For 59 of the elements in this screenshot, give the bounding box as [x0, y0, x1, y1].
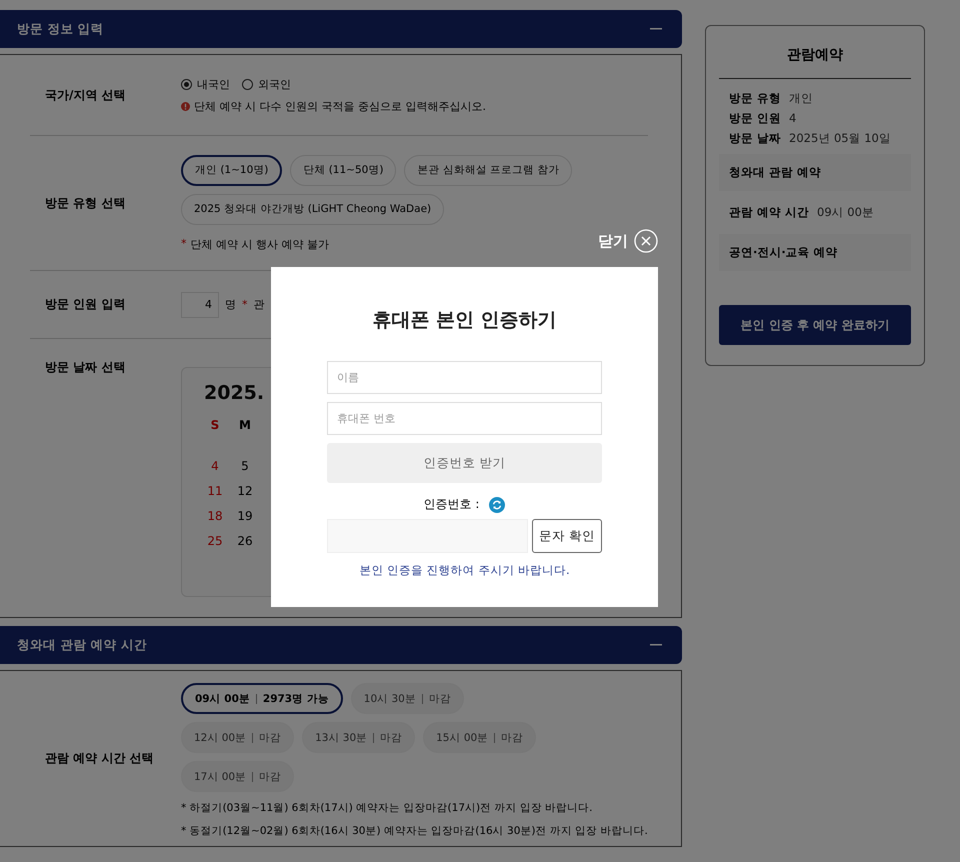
note-text: * 동절기(12월~02월) 6회차(16시 30분) 예약자는 입장마감(16시 30분)전 까지 입장 바랍니다. — [181, 824, 648, 838]
type-chip[interactable]: 2025 청와대 야간개방 (LiGHT Cheong WaDae) — [181, 194, 444, 224]
note-text: 단체 예약 시 행사 예약 불가 — [190, 236, 329, 252]
status-message: 본인 인증을 진행하여 주시기 바랍니다. — [358, 563, 571, 578]
name-field[interactable]: 이름 — [327, 361, 602, 394]
section-title: 청와대 관람 예약 시간 — [17, 636, 148, 654]
card-title: 관람예약 — [719, 26, 911, 79]
summary-value: 2025년 05월 10일 — [789, 131, 891, 146]
calendar-day[interactable]: 19 — [234, 508, 256, 524]
count-field[interactable]: 4 — [181, 292, 219, 318]
summary-heading: 청와대 관람 예약 — [729, 165, 822, 179]
time-slot-chip[interactable]: 09시 00분 2973명 가능 — [181, 683, 343, 714]
row-label: 방문 유형 선택 — [44, 194, 126, 212]
close-button[interactable]: 닫기 — [598, 229, 658, 253]
section-header[interactable]: 청와대 관람 예약 시간 — [0, 626, 682, 664]
unit-label: 명 — [225, 297, 236, 312]
type-chip[interactable]: 단체 (11~50명) — [290, 154, 396, 186]
asterisk: * — [181, 236, 186, 252]
calendar-day[interactable]: 18 — [204, 508, 226, 524]
section-header[interactable]: 방문 정보 입력 — [0, 10, 682, 48]
submit-button[interactable]: 본인 인증 후 예약 완료하기 — [719, 305, 911, 345]
request-code-button[interactable]: 인증번호 받기 — [327, 443, 602, 483]
note-text: * 하절기(03월~11월) 6회차(17시) 예약자는 입장마감(17시)전 까지 입장 바랍니다. — [181, 801, 594, 815]
row-label: 방문 날짜 선택 — [44, 359, 126, 376]
note-text: 관 — [254, 297, 264, 312]
weekday-label: S — [210, 418, 220, 432]
calendar-day[interactable]: 4 — [204, 458, 226, 474]
section-title: 방문 정보 입력 — [17, 20, 104, 38]
row-label: 방문 인원 입력 — [44, 296, 126, 313]
row-label: 관람 예약 시간 선택 — [44, 750, 155, 767]
weekday-label: M — [238, 418, 252, 432]
warning-icon — [181, 102, 190, 110]
type-chip[interactable]: 개인 (1~10명) — [181, 154, 282, 186]
code-label: 인증번호 : — [424, 496, 480, 513]
phone-field[interactable]: 휴대폰 번호 — [327, 402, 602, 435]
calendar-day[interactable]: 5 — [234, 458, 256, 474]
calendar-day[interactable]: 11 — [204, 483, 226, 499]
note-text: 단체 예약 시 다수 인원의 국적을 중심으로 입력해주십시오. — [194, 98, 486, 114]
radio-option[interactable]: 내국인 — [181, 76, 230, 92]
modal-title: 휴대폰 본인 인증하기 — [371, 308, 558, 333]
type-chip[interactable]: 본관 심화해설 프로그램 참가 — [404, 154, 572, 186]
calendar-day[interactable]: 25 — [204, 533, 226, 549]
summary-value: 개인 — [789, 91, 814, 106]
calendar-day[interactable]: 12 — [234, 483, 256, 499]
calendar-day[interactable]: 26 — [234, 533, 256, 549]
asterisk: * — [242, 298, 248, 311]
confirm-button[interactable]: 문자 확인 — [532, 519, 602, 553]
summary-label: 방문 날짜 — [729, 131, 782, 146]
summary-value: 4 — [789, 111, 796, 126]
close-icon — [634, 229, 658, 253]
refresh-icon[interactable] — [489, 496, 506, 512]
summary-heading: 공연·전시·교육 예약 — [729, 245, 838, 259]
summary-value: 09시 00분 — [817, 205, 874, 220]
summary-label: 관람 예약 시간 — [729, 205, 810, 220]
radio-option[interactable]: 외국인 — [242, 76, 291, 92]
summary-label: 방문 유형 — [729, 91, 782, 106]
calendar-month: 2025. — [204, 382, 266, 404]
summary-label: 방문 인원 — [729, 111, 782, 126]
row-label: 국가/지역 선택 — [44, 86, 127, 104]
